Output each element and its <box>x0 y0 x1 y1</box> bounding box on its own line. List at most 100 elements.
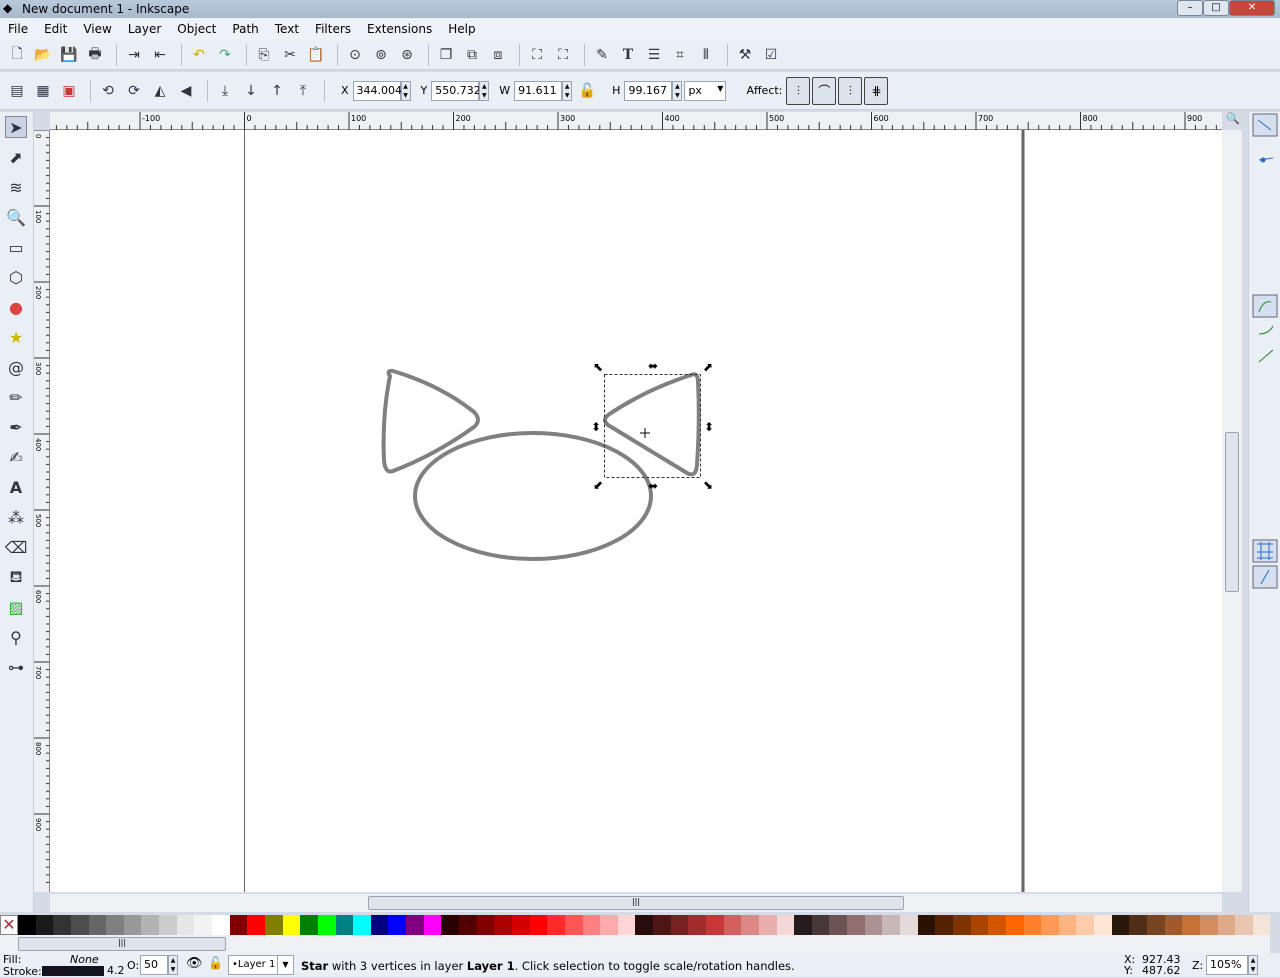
color-swatch[interactable] <box>353 915 371 935</box>
preferences-icon[interactable]: ⚒ <box>734 44 756 66</box>
menu-object[interactable]: Object <box>177 22 216 36</box>
flip-horizontal-icon[interactable]: ◭ <box>149 80 171 102</box>
color-swatch[interactable] <box>247 915 265 935</box>
spiral-tool-icon[interactable]: @ <box>5 356 27 378</box>
color-swatch[interactable] <box>70 915 89 935</box>
raise-to-top-icon[interactable]: ⤒ <box>292 80 314 102</box>
copy-icon[interactable]: ⎘ <box>253 44 275 66</box>
color-swatch[interactable] <box>1076 915 1095 935</box>
import-icon[interactable]: ⇥ <box>123 44 145 66</box>
rotate-ccw-icon[interactable]: ⟲ <box>97 80 119 102</box>
color-swatch[interactable] <box>282 915 301 935</box>
redo-icon[interactable]: ↷ <box>214 44 236 66</box>
undo-icon[interactable]: ↶ <box>188 44 210 66</box>
color-swatch[interactable] <box>1147 915 1165 935</box>
color-swatch[interactable] <box>935 915 953 935</box>
3d-box-tool-icon[interactable]: ⬡ <box>5 266 27 288</box>
w-input[interactable]: 91.611 <box>514 80 563 101</box>
flip-vertical-icon[interactable]: ◀ <box>175 80 197 102</box>
color-swatch[interactable] <box>988 915 1006 935</box>
vertical-scroll-thumb[interactable] <box>1225 432 1239 592</box>
menu-file[interactable]: File <box>8 22 28 36</box>
color-swatch[interactable] <box>476 915 495 935</box>
color-swatch[interactable] <box>864 915 883 935</box>
align-distribute-icon[interactable]: ⫴ <box>695 44 717 66</box>
y-input[interactable]: 550.732 <box>431 80 481 101</box>
color-swatch[interactable] <box>564 915 583 935</box>
rotate-cw-icon[interactable]: ⟳ <box>123 80 145 102</box>
color-swatch[interactable] <box>617 915 636 935</box>
cut-icon[interactable]: ✂ <box>279 44 301 66</box>
color-swatch[interactable] <box>264 915 283 935</box>
print-icon[interactable]: 🖶 <box>84 44 106 66</box>
horizontal-scrollbar[interactable]: ||| <box>50 894 1222 912</box>
dropper-tool-icon[interactable]: ⚲ <box>5 626 27 648</box>
group-icon[interactable]: ⛶ <box>526 44 548 66</box>
color-swatch[interactable] <box>300 915 318 935</box>
select-all-layers-icon[interactable]: ▦ <box>32 80 54 102</box>
fill-stroke-icon[interactable]: ✎ <box>591 44 613 66</box>
fill-value[interactable]: None <box>70 953 99 966</box>
color-swatch[interactable] <box>723 915 742 935</box>
spray-tool-icon[interactable]: ⁂ <box>5 506 27 528</box>
color-swatch[interactable] <box>1164 915 1183 935</box>
color-swatch[interactable] <box>635 915 654 935</box>
color-swatch[interactable] <box>882 915 901 935</box>
color-swatch[interactable] <box>653 915 671 935</box>
color-swatch[interactable] <box>88 915 107 935</box>
color-swatch[interactable] <box>529 915 548 935</box>
raise-icon[interactable]: ↑ <box>266 80 288 102</box>
zoom-selection-icon[interactable]: ⊙ <box>344 44 366 66</box>
color-swatch[interactable] <box>212 915 230 935</box>
color-swatch[interactable] <box>811 915 830 935</box>
color-swatch[interactable] <box>1199 915 1218 935</box>
color-swatch[interactable] <box>705 915 724 935</box>
color-swatch[interactable] <box>1111 915 1130 935</box>
color-swatch[interactable] <box>952 915 971 935</box>
clone-icon[interactable]: ⧉ <box>461 44 483 66</box>
ellipse-tool-icon[interactable]: ● <box>5 296 27 318</box>
color-swatch[interactable] <box>1023 915 1042 935</box>
open-icon[interactable]: 📂 <box>32 44 54 66</box>
zoom-correction-icon[interactable]: 🔍 <box>1222 112 1244 130</box>
menu-layer[interactable]: Layer <box>128 22 161 36</box>
color-swatch[interactable] <box>1182 915 1200 935</box>
color-swatch[interactable] <box>35 915 54 935</box>
x-input[interactable]: 344.004 <box>352 80 402 101</box>
xml-editor-icon[interactable]: ⌗ <box>669 44 691 66</box>
rectangle-tool-icon[interactable]: ▭ <box>5 236 27 258</box>
selector-tool-icon[interactable]: ➤ <box>5 116 27 138</box>
unlink-clone-icon[interactable]: ⧈ <box>487 44 509 66</box>
color-swatch[interactable] <box>794 915 812 935</box>
color-swatch[interactable] <box>159 915 177 935</box>
lock-proportions-icon[interactable]: 🔓 <box>576 80 598 102</box>
color-swatch[interactable] <box>547 915 565 935</box>
menu-view[interactable]: View <box>83 22 111 36</box>
menu-help[interactable]: Help <box>448 22 475 36</box>
color-swatch[interactable] <box>53 915 71 935</box>
vertical-scrollbar[interactable] <box>1222 130 1242 892</box>
color-swatch[interactable] <box>441 915 460 935</box>
color-swatch[interactable] <box>123 915 142 935</box>
paint-bucket-tool-icon[interactable]: ⛾ <box>5 566 27 588</box>
color-swatch[interactable] <box>423 915 442 935</box>
color-swatch[interactable] <box>229 915 248 935</box>
node-tool-icon[interactable]: ⬈ <box>5 146 27 168</box>
head-ellipse[interactable] <box>413 431 653 561</box>
opacity-input[interactable]: 50 <box>140 955 168 975</box>
pencil-tool-icon[interactable]: ✏ <box>5 386 27 408</box>
affect-patterns-button[interactable]: ⋕ <box>864 76 889 105</box>
opacity-spinner[interactable]: ▲ ▼ <box>168 955 178 975</box>
color-swatch[interactable] <box>847 915 865 935</box>
color-swatch[interactable] <box>388 915 407 935</box>
close-button[interactable]: ✕ <box>1229 0 1275 16</box>
text-font-icon[interactable]: T <box>617 44 639 66</box>
color-swatch[interactable] <box>335 915 354 935</box>
document-properties-icon[interactable]: ☑ <box>760 44 782 66</box>
connector-tool-icon[interactable]: ⊶ <box>5 656 27 678</box>
menu-path[interactable]: Path <box>232 22 258 36</box>
color-swatch[interactable] <box>670 915 689 935</box>
color-swatch[interactable] <box>141 915 160 935</box>
menu-filters[interactable]: Filters <box>315 22 351 36</box>
menu-extensions[interactable]: Extensions <box>367 22 432 36</box>
